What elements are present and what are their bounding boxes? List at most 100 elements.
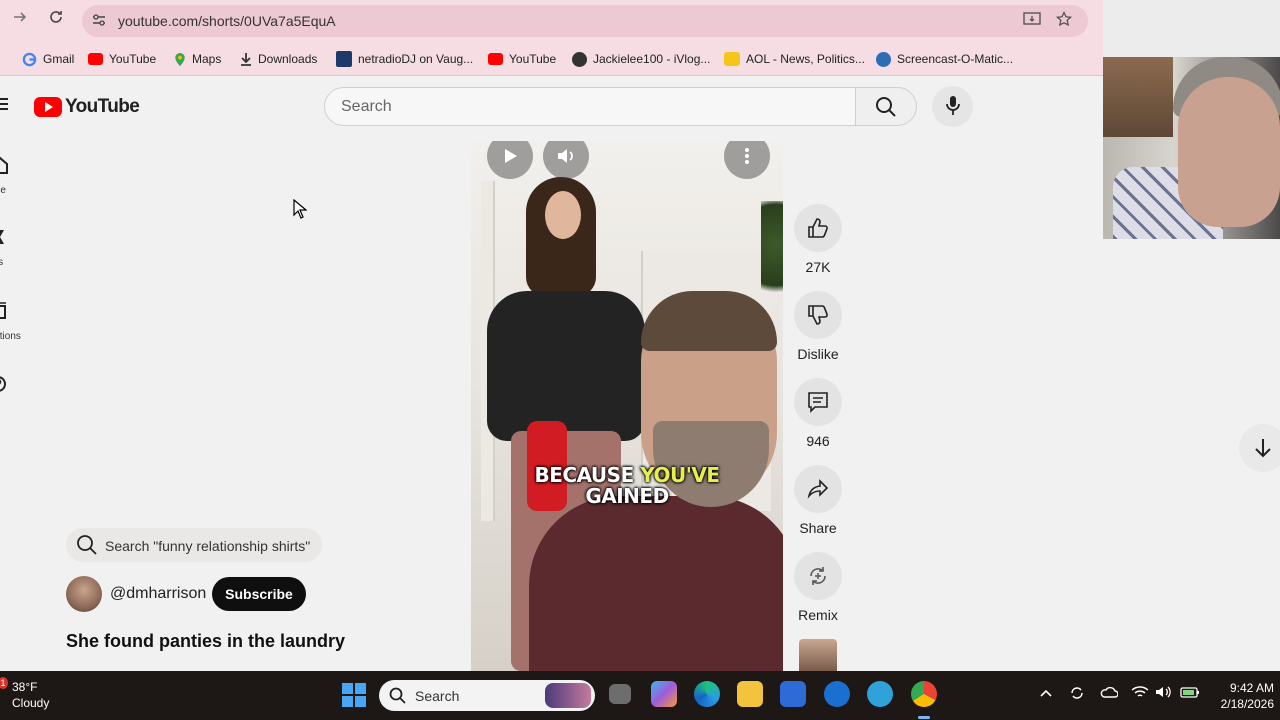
screen: youtube.com/shorts/0UVa7a5EquA Gmail You… <box>0 0 1280 720</box>
bookmark-youtube-2[interactable]: YouTube <box>488 50 556 68</box>
install-app-icon[interactable] <box>1022 11 1042 31</box>
aol-icon <box>724 52 740 66</box>
youtube-play-icon <box>34 97 62 117</box>
volume-icon <box>558 149 573 163</box>
like-button[interactable]: 27K <box>794 204 842 275</box>
voice-search-button[interactable] <box>932 86 973 127</box>
url-text[interactable]: youtube.com/shorts/0UVa7a5EquA <box>118 13 336 29</box>
home-icon <box>0 156 8 174</box>
sound-avatar[interactable] <box>799 639 837 671</box>
webcam-person <box>1178 77 1280 227</box>
reload-button[interactable] <box>44 9 68 33</box>
search-icon <box>389 687 406 704</box>
remix-label: Remix <box>798 607 838 623</box>
active-app-indicator <box>918 716 930 719</box>
weather-widget[interactable]: 38°F Cloudy <box>12 679 49 711</box>
edge-icon[interactable] <box>694 681 720 707</box>
hp-icon[interactable] <box>824 681 850 707</box>
taskbar-search[interactable]: Search <box>379 680 595 711</box>
webcam-overlay <box>1103 57 1280 239</box>
bookmark-star-icon[interactable] <box>1054 10 1074 31</box>
forward-button[interactable] <box>8 9 32 33</box>
battery-icon[interactable] <box>1180 685 1200 702</box>
start-button[interactable] <box>342 683 366 707</box>
weather-badge: 1 <box>0 677 8 689</box>
thumbs-up-icon <box>808 218 828 238</box>
address-bar-area: youtube.com/shorts/0UVa7a5EquA <box>0 0 1103 42</box>
like-count: 27K <box>805 259 831 275</box>
channel-name[interactable]: @dmharrison <box>110 585 206 603</box>
share-arrow-icon <box>807 479 829 499</box>
thumbs-down-icon <box>808 305 828 325</box>
google-icon <box>22 52 37 66</box>
rail-home[interactable]: me <box>0 156 32 196</box>
you-icon <box>0 376 6 392</box>
bookmark-aol[interactable]: AOL - News, Politics... <box>724 50 865 68</box>
volume-icon[interactable] <box>1155 685 1173 702</box>
rail-you[interactable]: u <box>0 375 32 415</box>
reload-icon <box>50 11 62 23</box>
chrome-icon[interactable] <box>911 681 937 707</box>
profile-icon <box>572 51 587 67</box>
bookmark-jackielee[interactable]: Jackielee100 - iVlog... <box>572 50 710 68</box>
sync-icon[interactable] <box>1069 685 1085 704</box>
search-icon <box>77 535 97 555</box>
search-placeholder: Search <box>341 98 392 115</box>
comment-icon <box>808 392 828 413</box>
bookmark-youtube-1[interactable]: YouTube <box>88 50 156 68</box>
bookmark-downloads[interactable]: Downloads <box>240 50 317 68</box>
task-view-icon[interactable] <box>609 684 631 704</box>
search-icon <box>876 97 896 117</box>
channel-avatar[interactable] <box>66 576 102 612</box>
bookmark-screencast[interactable]: Screencast-O-Matic... <box>876 50 1013 68</box>
remix-button[interactable]: Remix <box>794 552 842 623</box>
next-video-button[interactable] <box>1239 424 1280 472</box>
share-button[interactable]: Share <box>794 465 842 536</box>
maps-pin-icon <box>175 52 185 66</box>
search-suggestion-chip[interactable]: Search "funny relationship shirts" <box>66 528 322 562</box>
share-label: Share <box>799 520 837 536</box>
dislike-button[interactable]: Dislike <box>794 291 842 362</box>
video-caption: BECAUSE YOU'VE GAINED <box>534 463 720 508</box>
store-icon[interactable] <box>780 681 806 707</box>
site-info-icon[interactable] <box>90 12 108 30</box>
christmas-tree <box>761 201 783 311</box>
wifi-icon[interactable] <box>1131 685 1149 702</box>
subscriptions-icon <box>0 302 6 319</box>
comments-button[interactable]: 946 <box>794 378 842 449</box>
search-suggestion-text: Search "funny relationship shirts" <box>105 538 311 554</box>
arrow-down-icon <box>1255 439 1271 458</box>
hamburger-menu-icon[interactable] <box>0 98 8 112</box>
bookmarks-bar: Gmail YouTube Maps Downloads netradioDJ … <box>0 42 1103 76</box>
youtube-logo[interactable]: YouTube <box>34 96 140 118</box>
search-input[interactable]: Search <box>324 87 856 126</box>
rail-subscriptions[interactable]: iptions <box>0 302 32 342</box>
windows-taskbar: 1 38°F Cloudy Search 9:42 AM 2/18/2026 <box>0 671 1280 720</box>
play-icon <box>505 149 517 163</box>
bookmark-netradiodj[interactable]: netradioDJ on Vaug... <box>336 50 473 68</box>
system-clock[interactable]: 9:42 AM 2/18/2026 <box>1214 680 1274 712</box>
rail-shorts[interactable]: rts <box>0 228 32 268</box>
shorts-video-player[interactable]: BECAUSE YOU'VE GAINED <box>471 141 783 671</box>
file-explorer-icon[interactable] <box>737 681 763 707</box>
video-title[interactable]: She found panties in the laundry <box>66 631 345 652</box>
subscribe-button[interactable]: Subscribe <box>212 577 306 611</box>
dislike-label: Dislike <box>797 346 839 362</box>
youtube-icon <box>488 53 503 65</box>
chevron-up-icon[interactable] <box>1040 685 1052 701</box>
microphone-icon <box>946 96 960 115</box>
bookmark-gmail[interactable]: Gmail <box>22 50 74 68</box>
search-button[interactable] <box>855 87 917 126</box>
remix-icon <box>810 567 826 585</box>
netradio-icon <box>336 51 352 67</box>
ship-model-shelf <box>1103 57 1173 137</box>
onedrive-icon[interactable] <box>1100 685 1119 702</box>
omnibox[interactable]: youtube.com/shorts/0UVa7a5EquA <box>82 5 1088 37</box>
help-icon[interactable] <box>867 681 893 707</box>
search-highlight-image <box>545 683 591 708</box>
more-vertical-icon <box>745 148 749 164</box>
copilot-icon[interactable] <box>651 681 677 707</box>
bookmark-maps[interactable]: Maps <box>174 50 221 68</box>
browser-window: youtube.com/shorts/0UVa7a5EquA Gmail You… <box>0 0 1103 671</box>
shorts-icon <box>0 230 4 244</box>
